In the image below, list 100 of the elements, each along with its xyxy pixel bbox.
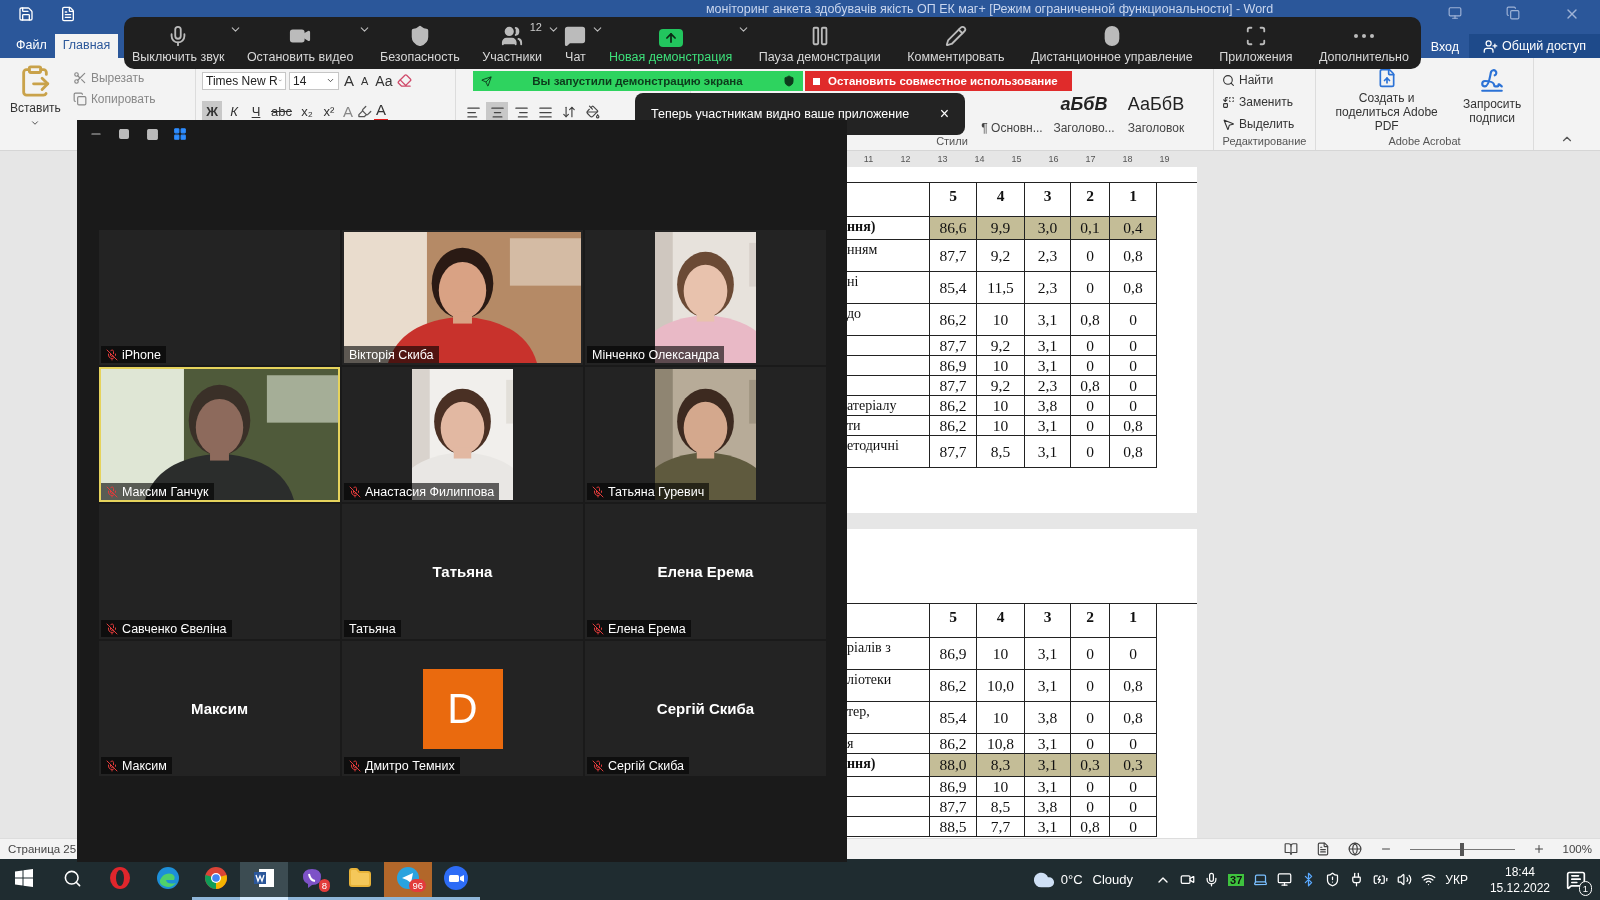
table-header-cell: 4	[977, 183, 1025, 217]
table-cell: 0	[1071, 797, 1110, 817]
table-cell: 0	[1110, 638, 1157, 670]
select-button[interactable]: Выделить	[1220, 116, 1297, 132]
toolbar-button[interactable]: 12 Участники	[482, 17, 564, 69]
table-header-cell: 1	[1110, 183, 1157, 217]
share-button[interactable]: Общий доступ	[1469, 34, 1600, 58]
change-case-button[interactable]: Aa	[373, 71, 395, 90]
table-cell: 87,7	[930, 797, 977, 817]
table-cell: 0,4	[1110, 217, 1157, 240]
font-size-field[interactable]: 14	[289, 71, 339, 90]
table-cell: 0	[1071, 416, 1110, 436]
format-button[interactable]: К	[224, 101, 244, 121]
table-cell: 3,8	[1025, 396, 1071, 416]
table-header-cell: 2	[1071, 183, 1110, 217]
participant-label: Вікторія Скиба	[349, 347, 434, 362]
sharing-message: Вы запустили демонстрацию экрана	[532, 75, 743, 87]
participant-name: Татьяна	[432, 563, 493, 580]
table-cell: 86,2	[930, 670, 977, 702]
table-cell: 2,3	[1025, 376, 1071, 396]
taskbar-app[interactable]: 96	[384, 859, 432, 900]
request-signatures-button[interactable]: Запросить подписи	[1457, 66, 1527, 135]
temperature: 0°C	[1060, 872, 1083, 887]
font-name-value: Times New R	[206, 73, 278, 88]
table-cell: 3,1	[1025, 754, 1071, 777]
format-button[interactable]: x²	[318, 101, 339, 121]
format-button[interactable]: x₂	[296, 101, 317, 121]
format-button[interactable]: Ч	[246, 101, 266, 121]
participant-label: Савченко Євеліна	[122, 621, 227, 636]
table-cell: 88,5	[930, 817, 977, 837]
table-header-cell: 1	[1110, 604, 1157, 638]
find-button[interactable]: Найти	[1220, 72, 1297, 88]
toolbar-button[interactable]: Дополнительно	[1315, 17, 1413, 69]
window-title: моніторинг анкета здобувачів якість ОП ЕК маг+ [Режим ограниченной функциональности] - Word	[706, 2, 1274, 16]
table-cell: 3,1	[1025, 356, 1071, 376]
toolbar-button[interactable]: Остановить видео	[246, 17, 376, 69]
ribbon-tab[interactable]: Главная	[54, 34, 119, 58]
format-button[interactable]: Ж	[202, 101, 222, 121]
create-pdf-button[interactable]: Создать и поделиться Adobe PDF	[1322, 66, 1452, 135]
table-cell: 9,9	[977, 217, 1025, 240]
table-cell: 0,8	[1071, 376, 1110, 396]
replace-button[interactable]: Заменить	[1220, 94, 1297, 110]
ruler-number: 15	[1010, 154, 1023, 164]
avatar: D	[422, 668, 503, 749]
font-name-field[interactable]: Times New R	[202, 71, 286, 90]
table-cell: 86,2	[930, 416, 977, 436]
style-preset[interactable]: АаБбВ Заголовок	[1121, 87, 1191, 135]
shrink-font-button[interactable]: A	[359, 73, 371, 88]
toolbar-button[interactable]: Комментировать	[903, 17, 1009, 69]
table-cell: 3,1	[1025, 416, 1071, 436]
ruler-number: 14	[973, 154, 986, 164]
table-cell: 9,2	[977, 240, 1025, 272]
tray-counter: 37	[1228, 873, 1245, 886]
close-button[interactable]: ×	[939, 105, 949, 123]
style-name: Заголовок	[1127, 121, 1185, 135]
table-cell: 88,0	[930, 754, 977, 777]
table-cell: 10	[977, 702, 1025, 734]
paste-button[interactable]: Вставить	[6, 62, 65, 150]
table-cell: 9,2	[977, 336, 1025, 356]
toolbar-button[interactable]: Чат	[564, 17, 609, 69]
table-cell: 10	[977, 777, 1025, 797]
sign-in-link[interactable]: Вход	[1420, 36, 1469, 58]
participant-label: Дмитро Темних	[365, 758, 455, 773]
table-cell: 3,1	[1025, 734, 1071, 754]
table-cell: 0,3	[1071, 754, 1110, 777]
weather-condition: Cloudy	[1092, 872, 1134, 887]
toolbar-button[interactable]: Выключить звук	[132, 17, 247, 69]
participant-label: Елена Ерема	[608, 621, 686, 636]
table-cell: 0,8	[1110, 670, 1157, 702]
table-cell: 3,1	[1025, 638, 1071, 670]
table-cell: 8,3	[977, 754, 1025, 777]
group-label: Adobe Acrobat	[1387, 135, 1462, 149]
table-cell: 0	[1110, 734, 1157, 754]
participant-label: Татьяна	[349, 621, 396, 636]
table-cell: 0	[1110, 356, 1157, 376]
table-cell: 0	[1110, 396, 1157, 416]
participant-label: Мінченко Олександра	[592, 347, 720, 362]
table-header-cell: 4	[977, 604, 1025, 638]
table-cell: 0	[1071, 356, 1110, 376]
table-cell: 0	[1071, 638, 1110, 670]
language-indicator[interactable]: УКР	[1445, 872, 1468, 887]
ribbon-tab[interactable]: Файл	[8, 34, 55, 58]
format-button[interactable]: abc	[268, 101, 295, 121]
participant-label: Анастасия Филиппова	[365, 484, 495, 499]
table-header-cell: 5	[930, 183, 977, 217]
table-cell: 86,2	[930, 734, 977, 754]
table-cell: 0,8	[1110, 436, 1157, 468]
toolbar-button[interactable]: Приложения	[1215, 17, 1297, 69]
toolbar-button[interactable]: Новая демонстрация	[609, 17, 755, 69]
stop-sharing-button[interactable]: Остановить совместное использование	[805, 71, 1072, 91]
table-header-cell: 3	[1025, 604, 1071, 638]
table-cell: 10	[977, 304, 1025, 336]
grow-font-button[interactable]: A	[342, 71, 356, 90]
toolbar-button[interactable]: Дистанционное управление	[1027, 17, 1197, 69]
table-cell: 0,8	[1071, 304, 1110, 336]
style-name: ¶ Основн...	[981, 121, 1043, 135]
clock[interactable]: 18:44 15.12.2022	[1479, 864, 1560, 895]
toolbar-button[interactable]: Пауза демонстрации	[754, 17, 885, 69]
table-header-cell: 5	[930, 604, 977, 638]
toolbar-button[interactable]: Безопасность	[375, 17, 464, 69]
